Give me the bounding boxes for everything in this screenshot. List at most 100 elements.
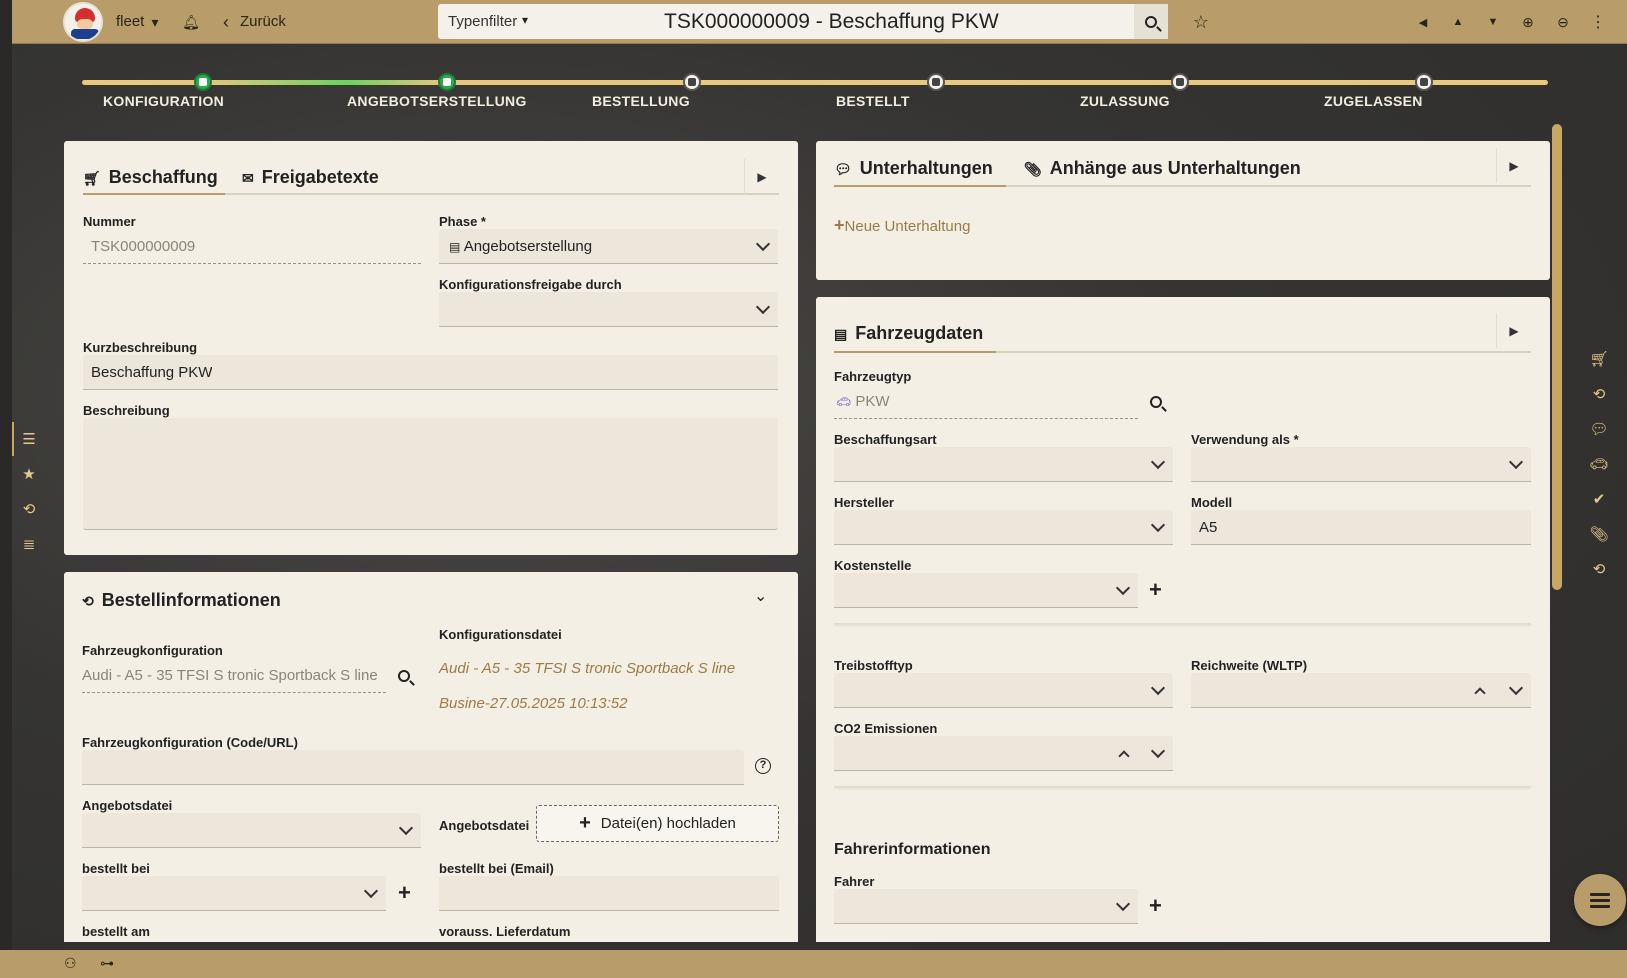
konfigurationsdatei-link[interactable]: Audi - A5 - 35 TFSI S tronic Sportback S…: [439, 660, 735, 677]
avatar[interactable]: [63, 2, 103, 42]
check-icon: [927, 73, 945, 91]
step-bestellt[interactable]: BESTELLT: [836, 73, 1036, 109]
comments-icon[interactable]: 💬︎: [1589, 420, 1609, 440]
tab-freigabetexte[interactable]: ✉︎ Freigabetexte: [242, 167, 379, 188]
konfig-select[interactable]: [439, 292, 778, 327]
previous-icon[interactable]: ◀: [1412, 11, 1434, 33]
reichweite-input[interactable]: [1191, 673, 1531, 708]
menu-fab-button[interactable]: [1574, 874, 1626, 926]
hersteller-select[interactable]: [834, 510, 1173, 545]
car-icon[interactable]: 🚗︎: [1589, 455, 1609, 475]
collapse-button[interactable]: ▶: [744, 159, 779, 194]
users-icon[interactable]: ⚇: [64, 955, 77, 972]
chevron-down-icon: [755, 299, 771, 315]
chevron-down-icon[interactable]: [1150, 743, 1166, 759]
indent-list-icon[interactable]: ≣: [19, 535, 39, 555]
konfigurationsdatei-link-2[interactable]: Busine-27.05.2025 10:13:52: [439, 695, 628, 712]
beschaffungsart-select[interactable]: [834, 447, 1173, 482]
co2-input[interactable]: [834, 736, 1173, 771]
sitemap-icon[interactable]: ⊶: [100, 955, 114, 972]
help-icon[interactable]: ?: [755, 758, 771, 774]
history-icon: ⟲: [82, 593, 94, 609]
verwendung-label: Verwendung als *: [1191, 432, 1299, 447]
caret-right-icon: ▶: [1509, 323, 1519, 338]
step-zulassung[interactable]: ZULASSUNG: [1080, 73, 1280, 109]
fahrzeugkonfig-field[interactable]: Audi - A5 - 35 TFSI S tronic Sportback S…: [82, 658, 386, 693]
chevron-down-icon: ▾: [522, 13, 529, 27]
lieferdatum-label: vorauss. Lieferdatum: [439, 924, 571, 939]
tab-beschaffung[interactable]: 🛒︎ Beschaffung: [83, 167, 218, 188]
history-icon[interactable]: ⟲: [1589, 385, 1609, 405]
treibstofftyp-label: Treibstofftyp: [834, 658, 913, 673]
add-icon[interactable]: +: [1149, 579, 1162, 601]
chevron-down-icon[interactable]: [1508, 680, 1524, 696]
user-menu[interactable]: fleet: [116, 13, 144, 30]
up-icon[interactable]: ▲: [1447, 11, 1469, 33]
bestellt-bei-email-label: bestellt bei (Email): [439, 861, 554, 876]
record-title[interactable]: TSK000000009 - Beschaffung PKW: [664, 10, 999, 34]
search-icon[interactable]: [1150, 396, 1162, 408]
chevron-up-icon[interactable]: [1474, 687, 1486, 699]
step-angebotserstellung[interactable]: ANGEBOTSERSTELLUNG: [347, 73, 547, 109]
more-vertical-icon[interactable]: ⋮: [1587, 11, 1609, 33]
check-icon[interactable]: ✔: [1589, 490, 1609, 510]
star-outline-icon[interactable]: ☆: [1190, 11, 1212, 33]
fahrzeugtyp-field[interactable]: 🚗︎ PKW: [834, 384, 1138, 419]
chevron-down-icon[interactable]: ▾: [144, 11, 166, 33]
bottom-bar: ⚇ ⊶: [0, 950, 1627, 978]
tab-anhaenge[interactable]: 📎︎ Anhänge aus Unterhaltungen: [1024, 158, 1301, 179]
back-button[interactable]: Zurück: [240, 13, 286, 30]
bestellt-bei-select[interactable]: [82, 876, 386, 911]
zoom-in-icon[interactable]: ⊕: [1517, 11, 1539, 33]
cart-icon: 🛒︎: [83, 170, 101, 186]
paperclip-icon[interactable]: 📎︎: [1589, 525, 1609, 545]
chevron-up-icon[interactable]: [1118, 750, 1130, 762]
scrollbar[interactable]: [1552, 124, 1562, 590]
history-icon[interactable]: ⟲: [1589, 560, 1609, 580]
fahrer-select[interactable]: [834, 889, 1138, 924]
divider: [834, 623, 1531, 625]
order-icon: [683, 73, 701, 91]
angebotsdatei-select[interactable]: [82, 813, 421, 848]
collapse-button[interactable]: ▶: [1496, 313, 1531, 348]
fahrer-label: Fahrer: [834, 874, 875, 889]
kostenstelle-select[interactable]: [834, 573, 1138, 608]
bell-icon[interactable]: 🔔︎: [180, 11, 202, 33]
unterhaltungen-panel: 💬︎ Unterhaltungen 📎︎ Anhänge aus Unterhalt…: [816, 141, 1550, 280]
tab-unterhaltungen[interactable]: 💬︎ Unterhaltungen: [834, 158, 993, 179]
chevron-down-icon: [1115, 896, 1131, 912]
tab-underline: [83, 193, 779, 195]
chevron-down-icon[interactable]: ⌄: [754, 586, 767, 606]
history-icon[interactable]: ⟲: [19, 500, 39, 520]
search-button[interactable]: [1134, 4, 1168, 39]
new-conversation-link[interactable]: +Neue Unterhaltung: [834, 215, 970, 236]
chevron-left-icon[interactable]: ‹: [215, 11, 237, 33]
cart-icon[interactable]: 🛒︎: [1589, 350, 1609, 370]
type-filter-dropdown[interactable]: Typenfilter: [448, 13, 517, 30]
step-konfiguration[interactable]: KONFIGURATION: [103, 73, 303, 109]
upload-button[interactable]: + Datei(en) hochladen: [536, 805, 779, 842]
step-zugelassen[interactable]: ZUGELASSEN: [1324, 73, 1524, 109]
chevron-down-icon: [755, 236, 771, 252]
search-icon[interactable]: [398, 670, 410, 682]
search-bar[interactable]: Typenfilter ▾ TSK000000009 - Beschaffung…: [438, 4, 1168, 39]
beschreibung-textarea[interactable]: [83, 418, 778, 530]
chevron-down-icon: [398, 820, 414, 836]
phase-select[interactable]: ▤ Angebotserstellung: [439, 229, 778, 264]
kurzbeschreibung-input[interactable]: Beschaffung PKW: [83, 355, 778, 390]
collapse-button[interactable]: ▶: [1496, 148, 1531, 183]
list-icon[interactable]: ☰: [19, 430, 39, 450]
bestellt-bei-email-input[interactable]: [439, 876, 779, 911]
add-icon[interactable]: +: [398, 882, 411, 904]
add-icon[interactable]: +: [1149, 895, 1162, 917]
star-icon[interactable]: ★: [19, 465, 39, 485]
treibstofftyp-select[interactable]: [834, 673, 1173, 708]
caret-right-icon: ▶: [757, 169, 767, 184]
down-icon[interactable]: ▼: [1482, 11, 1504, 33]
step-bestellung[interactable]: BESTELLUNG: [592, 73, 792, 109]
zoom-out-icon[interactable]: ⊖: [1552, 11, 1574, 33]
code-url-input[interactable]: [82, 750, 744, 785]
beschreibung-label: Beschreibung: [83, 403, 170, 418]
verwendung-select[interactable]: [1191, 447, 1531, 482]
modell-input[interactable]: A5: [1191, 510, 1531, 545]
